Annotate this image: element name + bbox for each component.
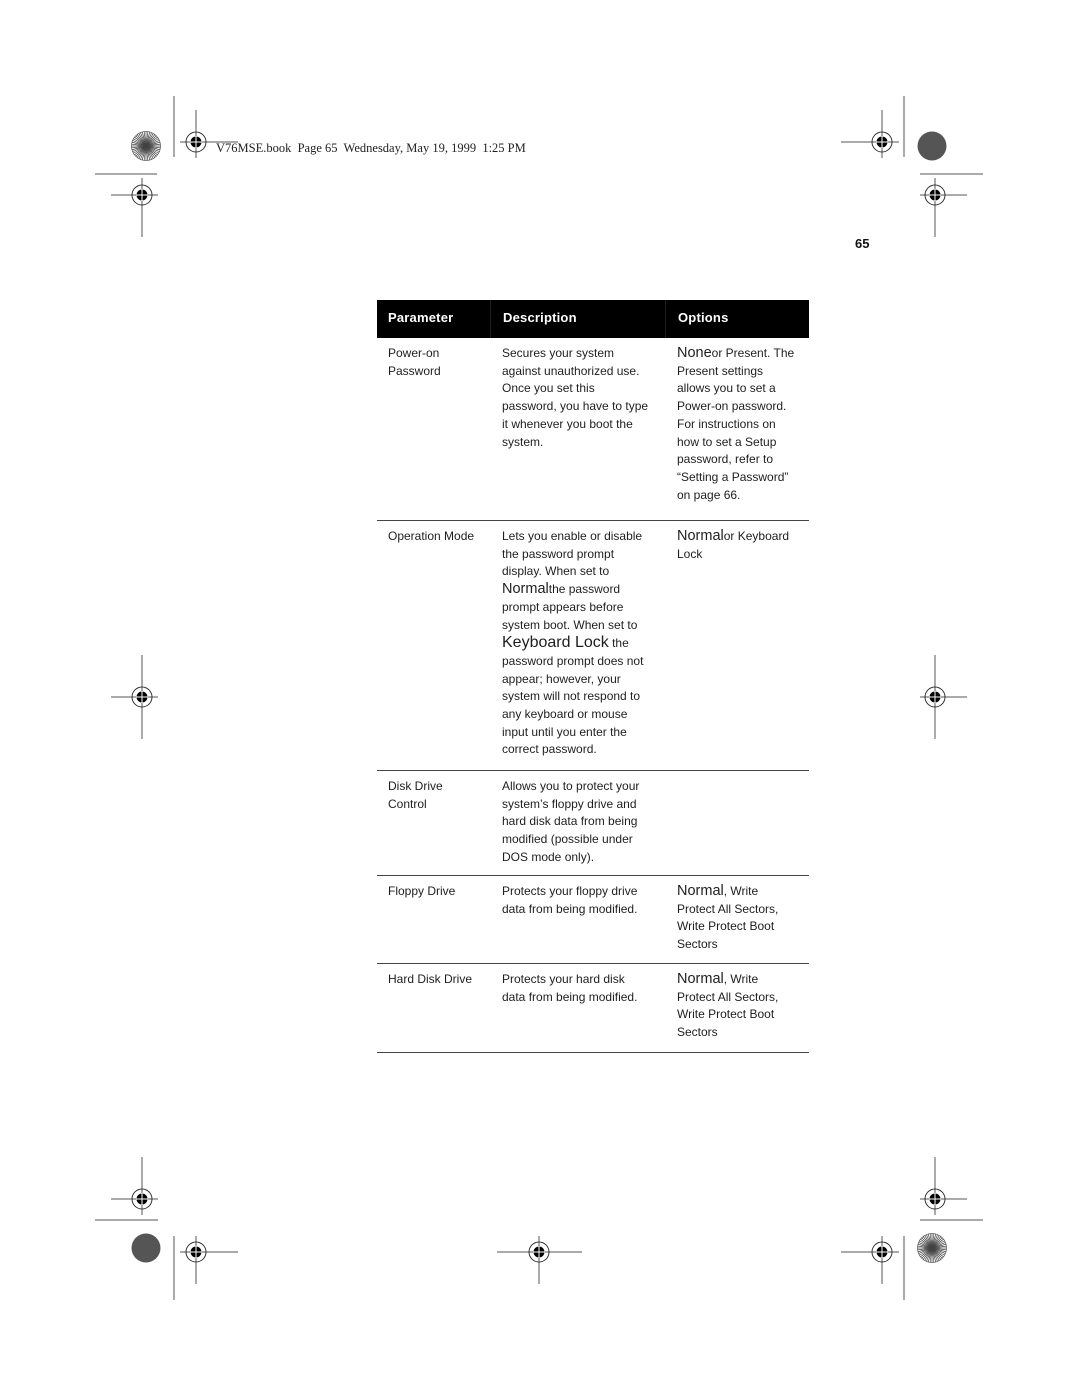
option-default: Normal <box>677 971 724 987</box>
option-name-normal: Normal <box>502 581 549 598</box>
parameter-cell: Disk Drive Control <box>388 779 443 811</box>
parameter-cell: Operation Mode <box>388 529 475 543</box>
column-header-options: Options <box>665 300 729 338</box>
description-text: Lets you enable or disable the password … <box>502 529 643 579</box>
option-default: None <box>677 345 712 361</box>
options-cell: Normal, Write Protect All Sectors, Write… <box>677 883 807 954</box>
table-row: Operation Mode Lets you enable or disabl… <box>377 521 809 771</box>
table-row: Power-on Password Secures your system ag… <box>377 345 809 521</box>
starburst-mark-icon <box>917 1233 947 1263</box>
grey-dot-mark-icon <box>131 1233 161 1263</box>
parameter-cell: Power-on Password <box>388 346 441 378</box>
option-text: or Present. The Present settings allows … <box>677 346 795 502</box>
option-default: Normal <box>677 528 724 544</box>
description-cell: Secures your system against unauthorized… <box>502 346 649 449</box>
parameter-cell: Floppy Drive <box>388 884 456 898</box>
description-cell: Protects your floppy drive data from bei… <box>502 884 638 916</box>
options-cell: Noneor Present. The Present settings all… <box>677 345 807 504</box>
description-cell: Lets you enable or disable the password … <box>502 528 667 759</box>
parameter-table: Parameter Description Options Power-on P… <box>377 300 809 1053</box>
column-header-description: Description <box>490 300 577 338</box>
options-cell: Normalor Keyboard Lock <box>677 528 807 563</box>
description-text: the password prompt does not appear; how… <box>502 636 644 757</box>
grey-dot-mark-icon <box>917 131 947 161</box>
starburst-mark-icon <box>131 131 161 161</box>
table-header: Parameter Description Options <box>377 300 809 338</box>
page-number: 65 <box>855 236 870 251</box>
table-row: Floppy Drive Protects your floppy drive … <box>377 876 809 964</box>
option-default: Normal <box>677 883 724 899</box>
option-name-keyboard-lock: Keyboard Lock <box>502 634 609 652</box>
description-cell: Allows you to protect your system’s flop… <box>502 779 640 864</box>
table-row: Disk Drive Control Allows you to protect… <box>377 771 809 876</box>
parameter-cell: Hard Disk Drive <box>388 972 473 986</box>
options-cell: Normal, Write Protect All Sectors, Write… <box>677 971 807 1042</box>
table-row: Hard Disk Drive Protects your hard disk … <box>377 964 809 1053</box>
column-header-parameter: Parameter <box>388 310 454 325</box>
description-cell: Protects your hard disk data from being … <box>502 972 638 1004</box>
print-slug-header: V76MSE.book Page 65 Wednesday, May 19, 1… <box>216 141 526 155</box>
